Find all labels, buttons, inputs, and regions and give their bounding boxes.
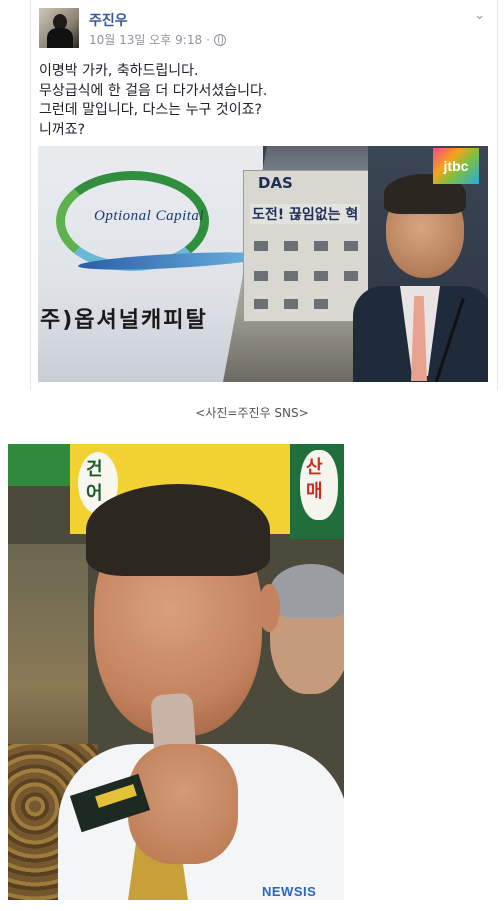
sign-text-right: 산매 bbox=[306, 457, 323, 502]
chevron-down-icon[interactable]: ⌄ bbox=[474, 8, 485, 23]
post-line: 무상급식에 한 걸음 더 다가서셨습니다. bbox=[39, 82, 268, 99]
background-person-hair bbox=[270, 564, 344, 618]
post-meta: 10월 13일 오후 9:18 · bbox=[89, 31, 226, 48]
broadcaster-logo: jtbc bbox=[433, 148, 479, 184]
post-photo[interactable]: Optional Capital 주)옵셔널캐피탈 DAS 도전! 끊임없는 혁… bbox=[38, 146, 488, 382]
das-sign: DAS bbox=[258, 174, 293, 192]
company-name: 주)옵셔널캐피탈 bbox=[40, 308, 208, 333]
author-name[interactable]: 주진우 bbox=[89, 10, 128, 30]
post-line: 이명박 가카, 축하드립니다. bbox=[39, 63, 199, 79]
post-card: 주진우 10월 13일 오후 9:18 · ⌄ 이명박 가카, 축하드립니다. … bbox=[30, 0, 498, 390]
avatar[interactable] bbox=[39, 8, 79, 48]
post-timestamp[interactable]: 10월 13일 오후 9:18 bbox=[89, 31, 202, 48]
globe-icon[interactable] bbox=[213, 33, 226, 46]
newsis-watermark: NEWSIS bbox=[262, 884, 317, 899]
das-slogan: 도전! 끊임없는 혁 bbox=[250, 204, 361, 224]
market-photo: 건어 산매 NEWSIS bbox=[8, 444, 344, 900]
post-line: 그런데 말입니다, 다스는 누구 것이죠? bbox=[39, 102, 262, 118]
post-text: 이명박 가카, 축하드립니다. 무상급식에 한 걸음 더 다가서셨습니다. 그런… bbox=[39, 62, 479, 140]
logo-text: Optional Capital bbox=[94, 208, 205, 224]
post-line: 니꺼죠? bbox=[39, 121, 86, 138]
hair bbox=[86, 484, 270, 576]
meta-separator: · bbox=[206, 32, 210, 47]
photo-caption: <사진=주진우 SNS> bbox=[195, 406, 309, 420]
